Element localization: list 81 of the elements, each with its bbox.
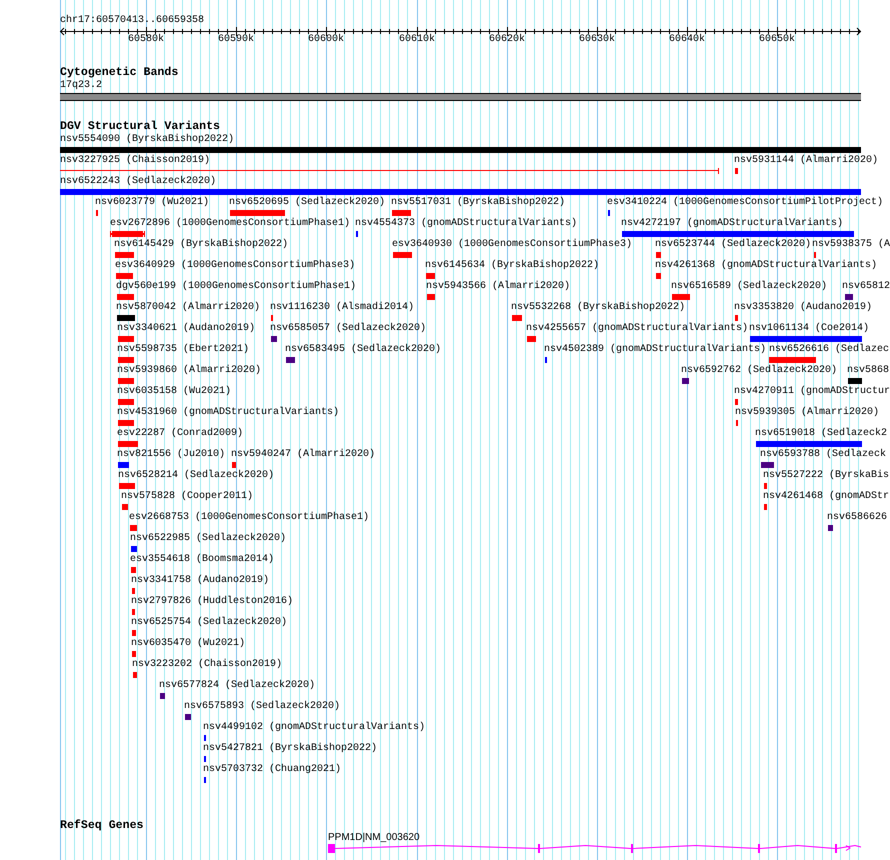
variant-label: nsv5532268 (ByrskaBishop2022) [511, 302, 686, 314]
variant-label: nsv6516589 (Sedlazeck2020) [671, 281, 828, 293]
variant-label: nsv3223202 (Chaisson2019) [132, 659, 282, 671]
tick-label: 60600k [306, 34, 345, 46]
variant-label: nsv821556 (Ju2010) [117, 449, 226, 461]
variant-label: nsv6592762 (Sedlazeck2020) [681, 365, 838, 377]
variant-label: nsv6525754 (Sedlazeck2020) [131, 617, 288, 629]
variant-label: nsv5939860 (Almarri2020) [117, 365, 262, 377]
variant-label: nsv6585057 (Sedlazeck2020) [270, 323, 426, 335]
variant-label: nsv6520695 (Sedlazeck2020) [229, 197, 386, 209]
variant-label: nsv5703732 (Chuang2021) [203, 764, 342, 776]
variant-label: nsv4261468 (gnomADStr [763, 491, 890, 503]
variant-label: nsv4554373 (gnomADStructuralVariants) [355, 218, 578, 230]
variant-label: nsv4255657 (gnomADStructuralVariants) [526, 323, 748, 335]
track-title: Cytogenetic Bands [60, 66, 178, 80]
variant-label: nsv3227925 (Chaisson2019) [60, 155, 210, 167]
variant-label: nsv3353820 (Audano2019) [734, 302, 872, 314]
variant-label: nsv6528214 (Sedlazeck2020) [118, 470, 274, 482]
tick-label: 60650k [758, 34, 796, 46]
variant-label: nsv5868 [847, 365, 890, 377]
variant-label: nsv65812 [842, 281, 890, 293]
variant-label: nsv5870042 (Almarri2020) [116, 302, 260, 314]
variant-line[interactable] [60, 168, 719, 174]
variant-label: nsv6577824 (Sedlazeck2020) [159, 680, 316, 692]
gene-model[interactable] [328, 844, 862, 853]
variant-label: esv2668753 (1000GenomesConsortiumPhase1) [129, 512, 370, 524]
variant-label: nsv6035470 (Wu2021) [131, 638, 246, 650]
variant-label: nsv5931144 (Almarri2020) [734, 155, 878, 167]
variant-label: dgv560e199 (1000GenomesConsortiumPhase1) [116, 281, 356, 293]
tick-label: 60580k [126, 34, 165, 46]
variant-label: nsv6023779 (Wu2021) [95, 197, 210, 209]
variant-label: esv2672896 (1000GenomesConsortiumPhase1) [110, 218, 350, 230]
tick-label: 60590k [216, 34, 255, 46]
variant-label: nsv4502389 (gnomADStructuralVariants) [544, 344, 766, 356]
tick-label: 60640k [668, 34, 706, 46]
variant-label: nsv5427821 (ByrskaBishop2022) [203, 743, 378, 755]
variant-label: nsv6523744 (Sedlazeck2020) [655, 239, 812, 251]
variant-label: nsv6145634 (ByrskaBishop2022) [425, 260, 600, 272]
variant-label: nsv6583495 (Sedlazeck2020) [285, 344, 442, 356]
variant-label: esv3640930 (1000GenomesConsortiumPhase3) [392, 239, 632, 251]
tick-label: 60610k [398, 34, 436, 46]
variant-label: nsv4270911 (gnomADStructur [734, 386, 890, 398]
variant-bar[interactable] [110, 231, 145, 237]
variant-label: nsv5940247 (Almarri2020) [231, 449, 376, 461]
variant-label: nsv4272197 (gnomADStructuralVariants) [621, 218, 844, 230]
variant-label: nsv6526616 (Sedlazec [769, 344, 890, 356]
variant-label: esv3640929 (1000GenomesConsortiumPhase3) [115, 260, 356, 272]
variant-label: nsv4531960 (gnomADStructuralVariants) [117, 407, 340, 419]
variant-label: nsv4261368 (gnomADStructuralVariants) [655, 260, 878, 272]
variant-label: nsv1116230 (Alsmadi2014) [270, 302, 414, 314]
variant-label: nsv5943566 (Almarri2020) [426, 281, 570, 293]
variant-label: nsv6593788 (Sedlazeck [760, 449, 886, 461]
variant-label: nsv6522243 (Sedlazeck2020) [60, 176, 216, 188]
variant-label: nsv4499102 (gnomADStructuralVariants) [203, 722, 426, 734]
variant-label: nsv3341758 (Audano2019) [131, 575, 270, 587]
variant-label: nsv6586626 [827, 512, 888, 524]
variant-label: esv3410224 (1000GenomesConsortiumPilotProject) [607, 197, 884, 209]
gene-label: PPM1D|NM_003620 [328, 832, 420, 844]
variant-label: nsv2797826 (Huddleston2016) [131, 596, 294, 608]
variant-label: nsv6522985 (Sedlazeck2020) [130, 533, 286, 545]
track-title: RefSeq Genes [60, 819, 144, 833]
variant-label: nsv575828 (Cooper2011) [121, 491, 254, 503]
tick-label: 60630k [578, 34, 616, 46]
variant-label: nsv5554090 (ByrskaBishop2022) [60, 134, 234, 146]
variant-label: nsv5939305 (Almarri2020) [735, 407, 880, 419]
variant-label: esv22287 (Conrad2009) [117, 428, 244, 440]
variant-label: nsv5938375 (A [812, 239, 890, 251]
variant-label: nsv6575893 (Sedlazeck2020) [184, 701, 340, 713]
band-label: 17q23.2 [60, 80, 102, 92]
location-label: chr17:60570413..60659358 [60, 15, 204, 27]
tick-label: 60620k [488, 34, 526, 46]
variant-label: nsv6519018 (Sedlazeck2 [755, 428, 888, 440]
variant-label: nsv5527222 (ByrskaBis [763, 470, 890, 482]
variant-label: nsv1061134 (Coe2014) [749, 323, 870, 335]
variant-label: esv3554618 (Boomsma2014) [130, 554, 274, 566]
variant-label: nsv5517031 (ByrskaBishop2022) [391, 197, 566, 209]
variant-label: nsv3340621 (Audano2019) [117, 323, 256, 335]
track-title: DGV Structural Variants [60, 120, 220, 134]
variant-label: nsv6145429 (ByrskaBishop2022) [114, 239, 288, 251]
variant-label: nsv5598735 (Ebert2021) [117, 344, 250, 356]
variant-label: nsv6035158 (Wu2021) [117, 386, 232, 398]
